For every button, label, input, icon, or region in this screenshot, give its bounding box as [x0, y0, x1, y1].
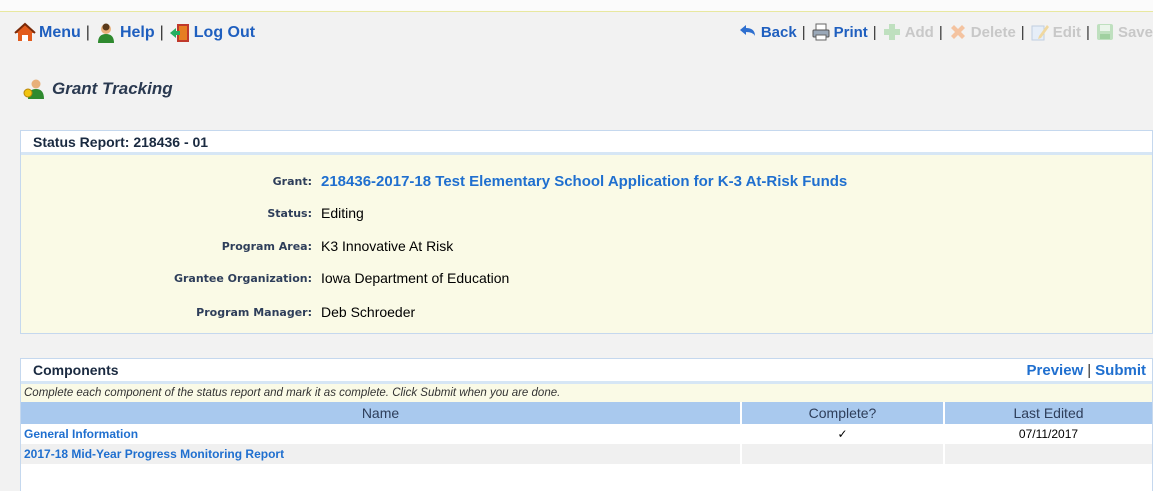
complete-value	[741, 444, 945, 464]
submit-link[interactable]: Submit	[1095, 362, 1146, 379]
menu-link[interactable]: Menu	[14, 22, 81, 44]
toolbar-right: Back | Print | Add | Delete | Edit | Sav…	[738, 22, 1153, 42]
column-header-last-edited: Last Edited	[944, 402, 1152, 424]
back-icon	[739, 25, 755, 36]
separator: |	[1086, 23, 1090, 41]
back-button[interactable]: Back	[738, 22, 797, 42]
component-name-link[interactable]: 2017-18 Mid-Year Progress Monitoring Rep…	[21, 444, 742, 464]
add-button[interactable]: Add	[882, 22, 934, 42]
grantee-organization-label: Grantee Organization:	[173, 271, 312, 285]
status-report-header: Status Report: 218436 - 01	[21, 131, 1152, 155]
components-table: Name Complete? Last Edited General Infor…	[21, 402, 1152, 464]
logout-link[interactable]: Log Out	[169, 22, 255, 44]
component-name-link[interactable]: General Information	[21, 424, 742, 444]
grantee-organization-field: Grantee Organization: Iowa Department of…	[21, 267, 1152, 289]
help-link[interactable]: Help	[95, 22, 155, 44]
program-area-value: K3 Innovative At Risk	[321, 238, 454, 254]
delete-button[interactable]: Delete	[948, 22, 1016, 42]
print-button[interactable]: Print	[811, 22, 868, 42]
grantee-organization-value: Iowa Department of Education	[321, 270, 510, 286]
column-header-complete: Complete?	[741, 402, 945, 424]
menu-icon	[14, 22, 36, 41]
help-icon	[97, 23, 114, 43]
grant-field: Grant: 218436-2017-18 Test Elementary Sc…	[21, 170, 1152, 192]
save-icon	[1096, 24, 1113, 40]
complete-check-icon: ✓	[741, 424, 945, 444]
toolbar-left: Menu | Help | Log Out	[14, 22, 255, 44]
components-actions: Preview | Submit	[1027, 362, 1146, 379]
grant-label: Grant:	[272, 174, 312, 188]
page-title: Grant Tracking	[22, 78, 173, 100]
edit-icon	[1031, 25, 1049, 41]
components-panel: Components Preview | Submit Complete eac…	[20, 358, 1153, 491]
program-manager-field: Program Manager: Deb Schroeder	[21, 301, 1152, 323]
status-value: Editing	[321, 205, 364, 221]
logout-icon	[169, 24, 189, 42]
table-row: 2017-18 Mid-Year Progress Monitoring Rep…	[21, 444, 1152, 464]
separator: |	[801, 23, 806, 41]
separator: |	[1087, 361, 1092, 379]
preview-link[interactable]: Preview	[1027, 362, 1084, 379]
program-area-field: Program Area: K3 Innovative At Risk	[21, 235, 1152, 257]
toolbar: Menu | Help | Log Out Back | Print | Add…	[0, 14, 1153, 54]
column-header-name: Name	[21, 402, 742, 424]
separator: |	[85, 24, 90, 41]
edit-button[interactable]: Edit	[1030, 22, 1081, 42]
components-title: Components	[33, 362, 119, 378]
top-strip	[0, 0, 1153, 12]
grant-tracking-icon	[23, 79, 44, 99]
program-manager-value: Deb Schroeder	[321, 304, 416, 320]
components-instructions: Complete each component of the status re…	[21, 384, 1152, 402]
print-icon	[812, 23, 830, 41]
status-label: Status:	[267, 206, 312, 220]
components-header: Components Preview | Submit	[21, 359, 1152, 384]
separator: |	[872, 23, 877, 41]
last-edited-value	[944, 444, 1152, 464]
separator: |	[938, 23, 943, 41]
status-field: Status: Editing	[21, 202, 1152, 224]
program-manager-label: Program Manager:	[196, 305, 312, 319]
delete-icon	[950, 25, 965, 39]
save-button[interactable]: Save	[1095, 22, 1153, 42]
status-report-panel: Status Report: 218436 - 01 Grant: 218436…	[20, 130, 1153, 334]
last-edited-value: 07/11/2017	[944, 424, 1152, 444]
program-area-label: Program Area:	[221, 239, 312, 253]
grant-link[interactable]: 218436-2017-18 Test Elementary School Ap…	[321, 173, 847, 190]
separator: |	[159, 24, 164, 41]
table-row: General Information ✓ 07/11/2017	[21, 424, 1152, 444]
separator: |	[1020, 23, 1025, 41]
add-icon	[883, 24, 900, 40]
